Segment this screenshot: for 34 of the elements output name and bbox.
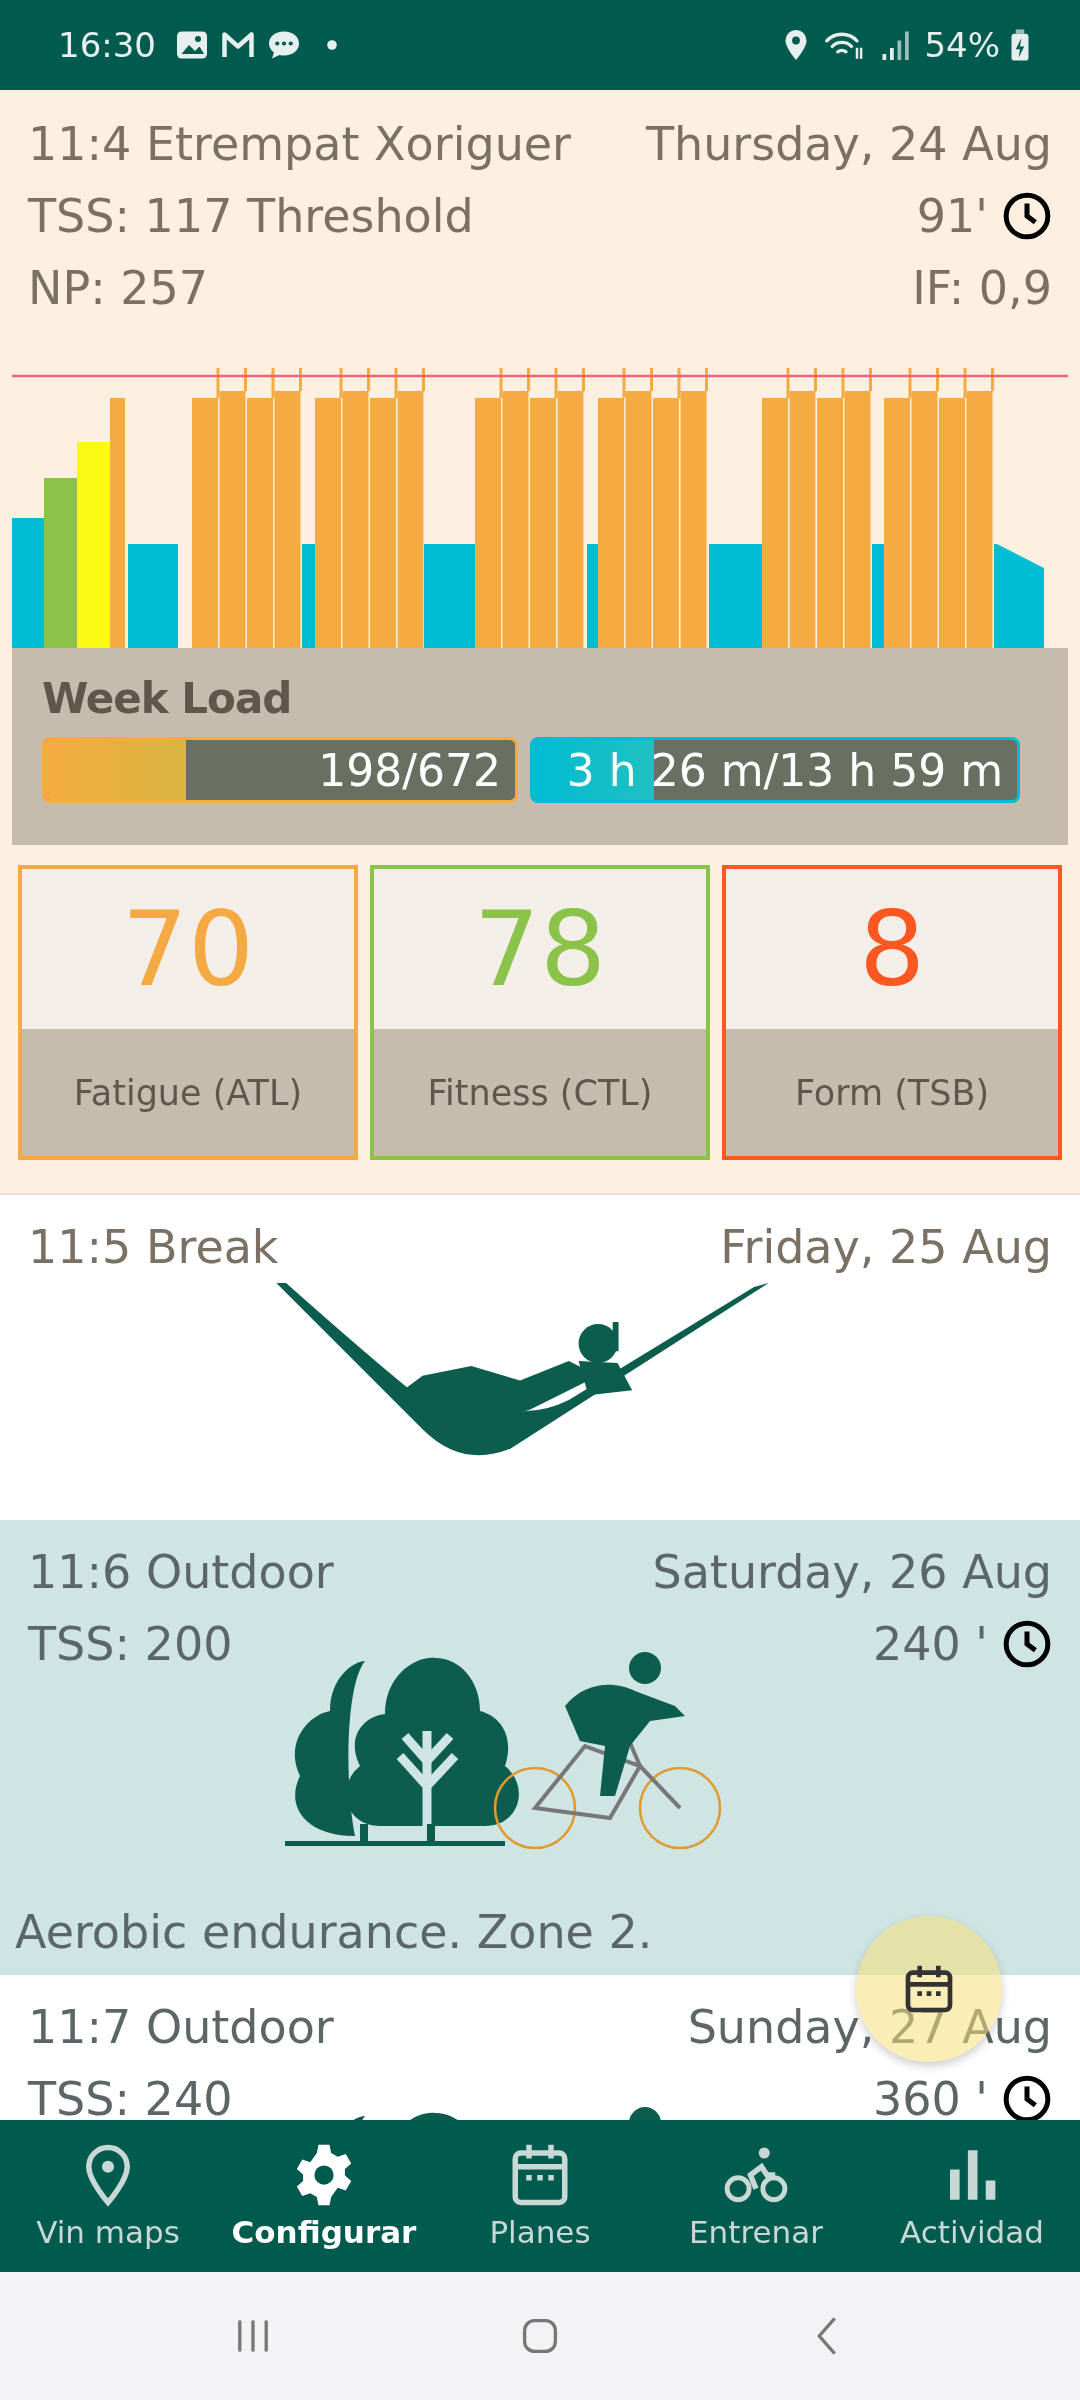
workout-date: Saturday, 26 Aug [652, 1545, 1052, 1599]
metric-label: Form (TSB) [794, 1072, 990, 1113]
workout-date: Friday, 25 Aug [720, 1220, 1052, 1274]
week-load-label: Week Load [42, 674, 293, 723]
workout-title: 11:7 Outdoor [28, 2000, 334, 2054]
nav-tab[interactable]: Actividad [864, 2120, 1080, 2272]
tss-text: TSS: 117 Threshold [28, 189, 474, 243]
tss-text: TSS: 200 [28, 1617, 233, 1671]
battery-percent: 54% [924, 25, 1000, 65]
nav-tab[interactable]: Entrenar [648, 2120, 864, 2272]
time-progress-bar: 3 h 26 m/13 h 59 m [530, 737, 1020, 803]
if-text: IF: 0,9 [912, 261, 1052, 315]
metric-value: 78 [473, 888, 607, 1010]
workout-date: Thursday, 24 Aug [645, 117, 1052, 171]
metric-value: 8 [858, 888, 926, 1010]
metric-label: Fitness (CTL) [427, 1072, 653, 1113]
nav-tab[interactable]: Planes [432, 2120, 648, 2272]
workout-title: 11:6 Outdoor [28, 1545, 334, 1599]
metric-label: Fatigue (ATL) [73, 1072, 303, 1113]
workout-title: 11:5 Break [28, 1220, 279, 1274]
np-text: NP: 257 [28, 261, 209, 315]
workout-description: Aerobic endurance. Zone 2. [14, 1904, 654, 1959]
duration-text: 360 ' [872, 2072, 988, 2120]
nav-tab[interactable]: Vin maps [0, 2120, 216, 2272]
workout-card[interactable]: 11:6 Outdoor Saturday, 26 Aug TSS: 200 240 ' Aerobic endurance. Zone 2. [0, 1520, 1080, 1975]
duration-text: 240 ' [872, 1617, 988, 1671]
workout-title: 11:4 Etrempat Xoriguer [28, 117, 571, 171]
workout-card[interactable]: 11:4 Etrempat Xoriguer Thursday, 24 Aug TSS: 117 Threshold 91' NP: 257 IF: 0,9 Week Load 198/672 3 h 26 m/13 h 59 m 70 Fatigue (ATL) 78 Fitness (CTL) 8 Form (TSB) [0, 90, 1080, 1195]
nav-tab[interactable]: Configurar [216, 2120, 432, 2272]
clock-time: 16:30 [58, 25, 156, 65]
tss-text: TSS: 240 [28, 2072, 233, 2120]
load-progress-bar: 198/672 [42, 737, 518, 803]
metric-value: 70 [121, 888, 255, 1010]
duration-text: 91' [916, 189, 988, 243]
